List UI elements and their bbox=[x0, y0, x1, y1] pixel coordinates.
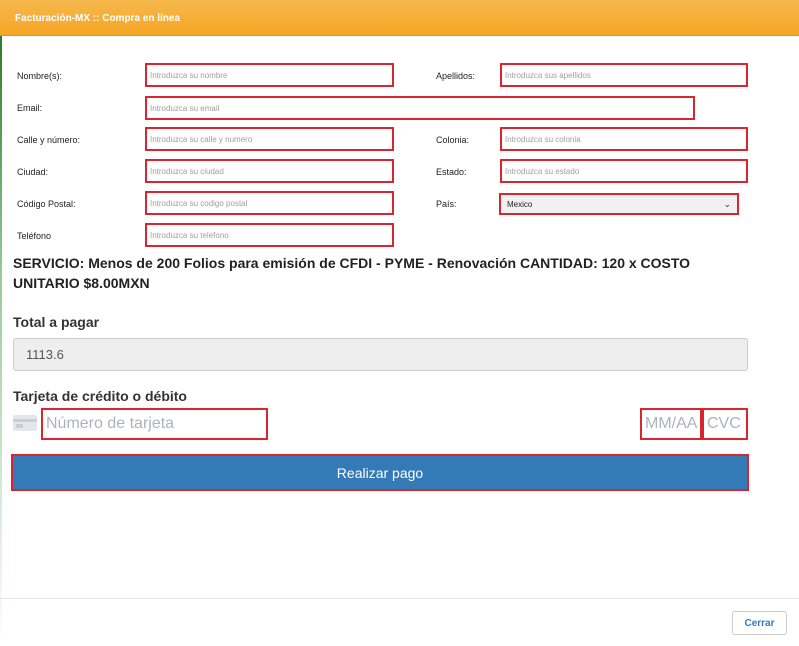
footer-divider bbox=[0, 598, 799, 599]
total-value-field: 1113.6 bbox=[13, 338, 748, 371]
telefono-input[interactable] bbox=[145, 223, 394, 247]
card-number-input[interactable]: Número de tarjeta bbox=[41, 408, 268, 440]
colonia-label: Colonia: bbox=[436, 135, 470, 145]
credit-card-icon bbox=[13, 415, 37, 431]
calle-input[interactable] bbox=[145, 127, 394, 151]
background-edge bbox=[0, 36, 2, 646]
cp-label: Código Postal: bbox=[17, 199, 76, 209]
modal-title: Facturación-MX :: Compra en línea bbox=[15, 13, 181, 24]
pay-button[interactable]: Realizar pago bbox=[11, 454, 749, 491]
card-number-placeholder: Número de tarjeta bbox=[46, 415, 175, 432]
close-button[interactable]: Cerrar bbox=[732, 611, 787, 635]
estado-input[interactable] bbox=[500, 159, 748, 183]
email-label: Email: bbox=[17, 103, 43, 113]
modal-header: Facturación-MX :: Compra en línea bbox=[0, 0, 799, 36]
pais-select[interactable]: Mexico ⌄ bbox=[499, 193, 739, 215]
card-cvc-placeholder: CVC bbox=[707, 415, 741, 432]
email-input[interactable] bbox=[145, 96, 695, 120]
pais-selected-value: Mexico bbox=[507, 199, 533, 209]
cp-input[interactable] bbox=[145, 191, 394, 215]
ciudad-input[interactable] bbox=[145, 159, 394, 183]
nombre-input[interactable] bbox=[145, 63, 394, 87]
close-button-label: Cerrar bbox=[744, 617, 775, 629]
pais-label: País: bbox=[436, 199, 457, 209]
colonia-input[interactable] bbox=[500, 127, 748, 151]
apellidos-label: Apellidos: bbox=[436, 71, 476, 81]
service-description: SERVICIO: Menos de 200 Folios para emisi… bbox=[13, 255, 691, 291]
pay-button-label: Realizar pago bbox=[336, 464, 424, 481]
telefono-label: Teléfono bbox=[17, 231, 52, 241]
card-label: Tarjeta de crédito o débito bbox=[13, 388, 187, 404]
estado-label: Estado: bbox=[436, 167, 467, 177]
total-label: Total a pagar bbox=[13, 314, 100, 330]
nombre-label: Nombre(s): bbox=[17, 71, 63, 81]
calle-label: Calle y número: bbox=[17, 135, 81, 145]
ciudad-label: Ciudad: bbox=[17, 167, 49, 177]
card-cvc-input[interactable]: CVC bbox=[702, 408, 748, 440]
chevron-down-icon: ⌄ bbox=[723, 198, 731, 209]
card-expiry-input[interactable]: MM/AA bbox=[640, 408, 702, 440]
apellidos-input[interactable] bbox=[500, 63, 748, 87]
total-value: 1113.6 bbox=[26, 347, 64, 362]
card-expiry-placeholder: MM/AA bbox=[645, 415, 698, 432]
